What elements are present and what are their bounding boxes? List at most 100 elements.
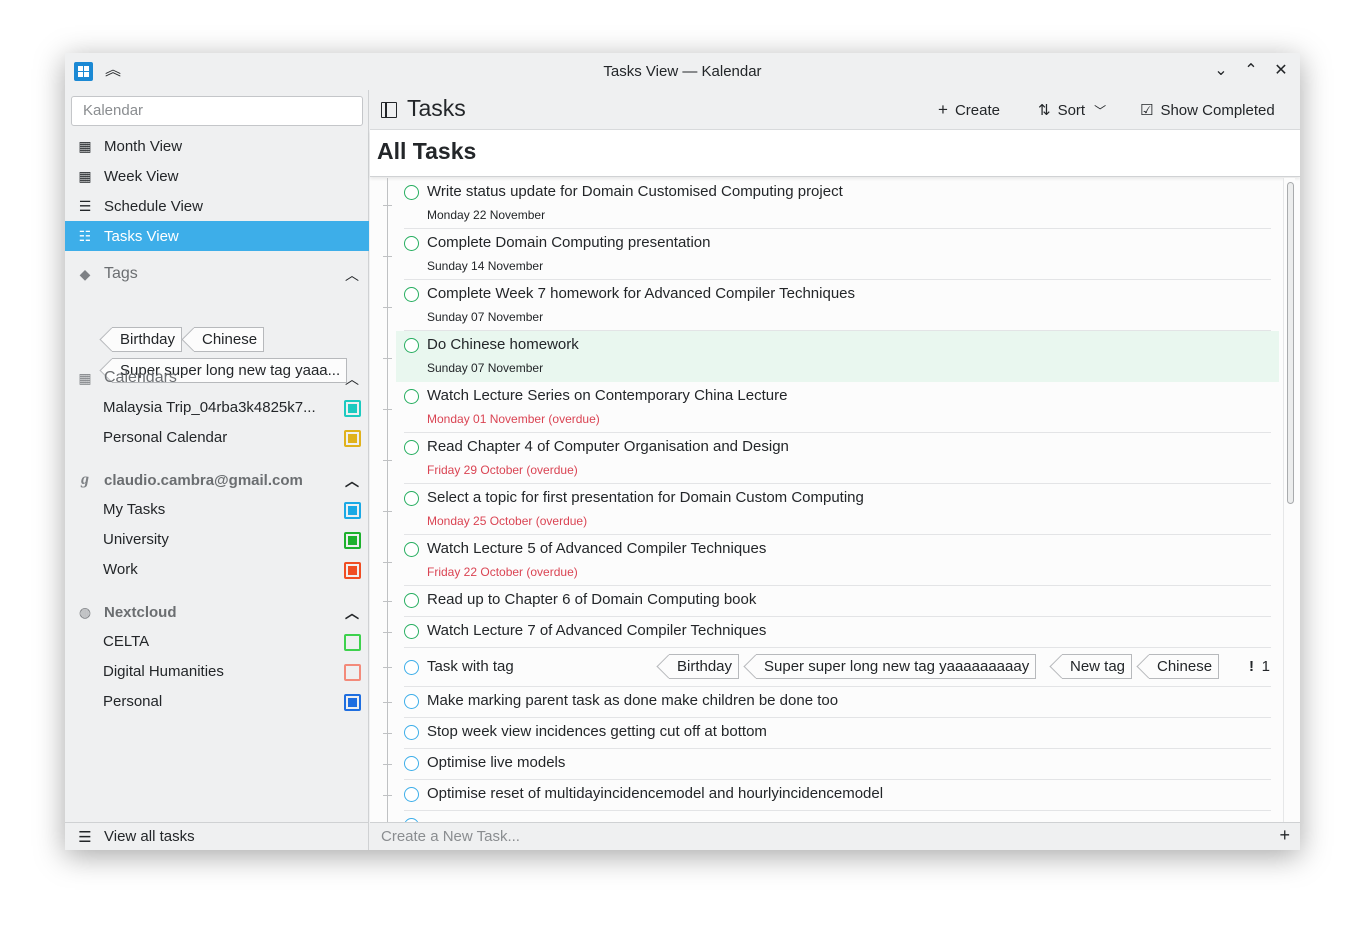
task-checkbox[interactable] — [404, 491, 419, 506]
task-checkbox[interactable] — [404, 542, 419, 557]
schedule-icon: ☰ — [78, 198, 92, 214]
task-row[interactable]: Read Chapter 4 of Computer Organisation … — [383, 433, 1279, 484]
task-tag-chip[interactable]: New tag — [1062, 654, 1133, 679]
section-title: claudio.cambra@gmail.com — [104, 471, 303, 489]
calendar-color-checkbox[interactable] — [344, 532, 361, 549]
calendar-month-icon: ▦ — [78, 138, 92, 154]
priority-value: 1 — [1261, 658, 1270, 675]
task-row[interactable]: Optimise reset of multidayincidencemodel… — [383, 780, 1279, 811]
task-tag-chip[interactable]: Chinese — [1149, 654, 1220, 679]
calendar-item[interactable]: Malaysia Trip_04rba3k4825k7... — [103, 393, 361, 423]
calendar-item[interactable]: My Tasks — [103, 495, 361, 525]
create-button[interactable]: + Create — [938, 99, 1000, 121]
collapse-icon[interactable]: ︿ — [345, 369, 359, 389]
task-checkbox[interactable] — [404, 660, 419, 675]
task-checkbox[interactable] — [404, 287, 419, 302]
task-checkbox[interactable] — [404, 624, 419, 639]
tags-section-header[interactable]: ◆ Tags ︿ — [65, 259, 369, 289]
task-row[interactable]: Stop week view incidences getting cut of… — [383, 718, 1279, 749]
calendar-item[interactable]: Personal — [103, 687, 361, 717]
view-all-tasks-button[interactable]: ☰ View all tasks — [65, 822, 369, 850]
task-checkbox[interactable] — [404, 440, 419, 455]
task-row[interactable]: Watch Lecture 5 of Advanced Compiler Tec… — [383, 535, 1279, 586]
priority-icon: ! — [1249, 658, 1254, 675]
task-checkbox[interactable] — [404, 185, 419, 200]
calendar-color-checkbox[interactable] — [344, 634, 361, 651]
add-task-button[interactable]: + — [1279, 825, 1290, 846]
new-task-input[interactable]: Create a New Task... — [381, 828, 520, 845]
tag-chip[interactable]: Chinese — [194, 327, 265, 352]
task-checkbox[interactable] — [404, 338, 419, 353]
search-input[interactable]: Kalendar — [71, 96, 363, 126]
nav-label: Schedule View — [104, 197, 203, 215]
task-row[interactable]: Watch Lecture 7 of Advanced Compiler Tec… — [383, 617, 1279, 648]
collapse-icon[interactable]: ︿ — [345, 265, 359, 285]
page-title: All Tasks — [377, 138, 477, 164]
calendar-color-checkbox[interactable] — [344, 400, 361, 417]
app-window: ︽ Tasks View — Kalendar ⌄ ⌃ ✕ Kalendar ▦… — [65, 53, 1300, 850]
collapse-icon[interactable]: ︿ — [345, 471, 359, 491]
sort-button[interactable]: ⇅ Sort ﹀ — [1038, 99, 1106, 121]
task-row[interactable]: Select a topic for first presentation fo… — [383, 484, 1279, 535]
plus-icon: + — [938, 100, 948, 119]
calendar-item[interactable]: University — [103, 525, 361, 555]
calendar-icon: ▦ — [78, 370, 92, 386]
collapse-icon[interactable]: ︿ — [345, 603, 359, 623]
sort-icon: ⇅ — [1038, 102, 1051, 119]
window-title: Tasks View — Kalendar — [603, 63, 762, 80]
task-row[interactable]: Task with tag Birthday Super super long … — [383, 648, 1279, 687]
task-checkbox[interactable] — [404, 787, 419, 802]
new-task-bar: Create a New Task... + — [370, 822, 1300, 850]
tag-chip[interactable]: Birthday — [112, 327, 183, 352]
task-checkbox[interactable] — [404, 756, 419, 771]
chevron-down-icon: ﹀ — [1094, 103, 1107, 118]
page-heading: Tasks — [407, 95, 466, 121]
task-row[interactable]: Optimise live models — [383, 749, 1279, 780]
calendar-color-checkbox[interactable] — [344, 430, 361, 447]
nav-week-view[interactable]: ▦ Week View — [65, 161, 369, 191]
task-tag-chip[interactable]: Birthday — [669, 654, 740, 679]
task-row[interactable]: Read up to Chapter 6 of Domain Computing… — [383, 586, 1279, 617]
scrollbar-thumb[interactable] — [1287, 182, 1294, 504]
calendar-color-checkbox[interactable] — [344, 664, 361, 681]
nav-schedule-view[interactable]: ☰ Schedule View — [65, 191, 369, 221]
nav-tasks-view[interactable]: ☷ Tasks View — [65, 221, 369, 251]
title-bar: ︽ Tasks View — Kalendar ⌄ ⌃ ✕ — [65, 53, 1300, 90]
maximize-button[interactable]: ⌃ — [1241, 61, 1261, 81]
list-icon: ☰ — [78, 828, 92, 846]
sidebar-toggle-icon[interactable] — [381, 102, 397, 118]
task-row[interactable]: Make marking parent task as done make ch… — [383, 687, 1279, 718]
task-row[interactable]: Complete Domain Computing presentation S… — [383, 229, 1279, 280]
task-list-scrollbar[interactable] — [1283, 178, 1295, 823]
nav-label: Week View — [104, 167, 179, 185]
calendars-section-header[interactable]: ▦ Calendars ︿ — [65, 363, 369, 393]
calendar-item[interactable]: Personal Calendar — [103, 423, 361, 453]
calendar-item[interactable]: Work — [103, 555, 361, 585]
minimize-button[interactable]: ⌄ — [1211, 61, 1231, 81]
calendar-item[interactable]: CELTA — [103, 627, 361, 657]
calendar-color-checkbox[interactable] — [344, 694, 361, 711]
calendar-color-checkbox[interactable] — [344, 562, 361, 579]
tasks-icon: ☷ — [78, 228, 92, 244]
task-checkbox[interactable] — [404, 694, 419, 709]
google-account-section-header[interactable]: g claudio.cambra@gmail.com ︿ — [65, 465, 369, 495]
task-checkbox[interactable] — [404, 236, 419, 251]
task-row[interactable]: Complete Week 7 homework for Advanced Co… — [383, 280, 1279, 331]
close-button[interactable]: ✕ — [1271, 61, 1291, 81]
task-row[interactable]: Write status update for Domain Customise… — [383, 178, 1279, 229]
task-tag-chip[interactable]: Super super long new tag yaaaaaaaaay — [756, 654, 1037, 679]
show-completed-button[interactable]: ☑ Show Completed — [1140, 99, 1275, 121]
task-checkbox[interactable] — [404, 725, 419, 740]
nextcloud-section-header[interactable]: ◍ Nextcloud ︿ — [65, 597, 369, 627]
task-checkbox[interactable] — [404, 389, 419, 404]
calendar-week-icon: ▦ — [78, 168, 92, 184]
tree-line — [387, 178, 388, 823]
section-title: Tags — [104, 265, 138, 282]
task-row-hovered[interactable]: Do Chinese homework Sunday 07 November — [383, 331, 1279, 382]
nav-month-view[interactable]: ▦ Month View — [65, 131, 369, 161]
task-row[interactable]: Watch Lecture Series on Contemporary Chi… — [383, 382, 1279, 433]
task-checkbox[interactable] — [404, 593, 419, 608]
task-list[interactable]: Write status update for Domain Customise… — [370, 178, 1300, 823]
calendar-color-checkbox[interactable] — [344, 502, 361, 519]
calendar-item[interactable]: Digital Humanities — [103, 657, 361, 687]
